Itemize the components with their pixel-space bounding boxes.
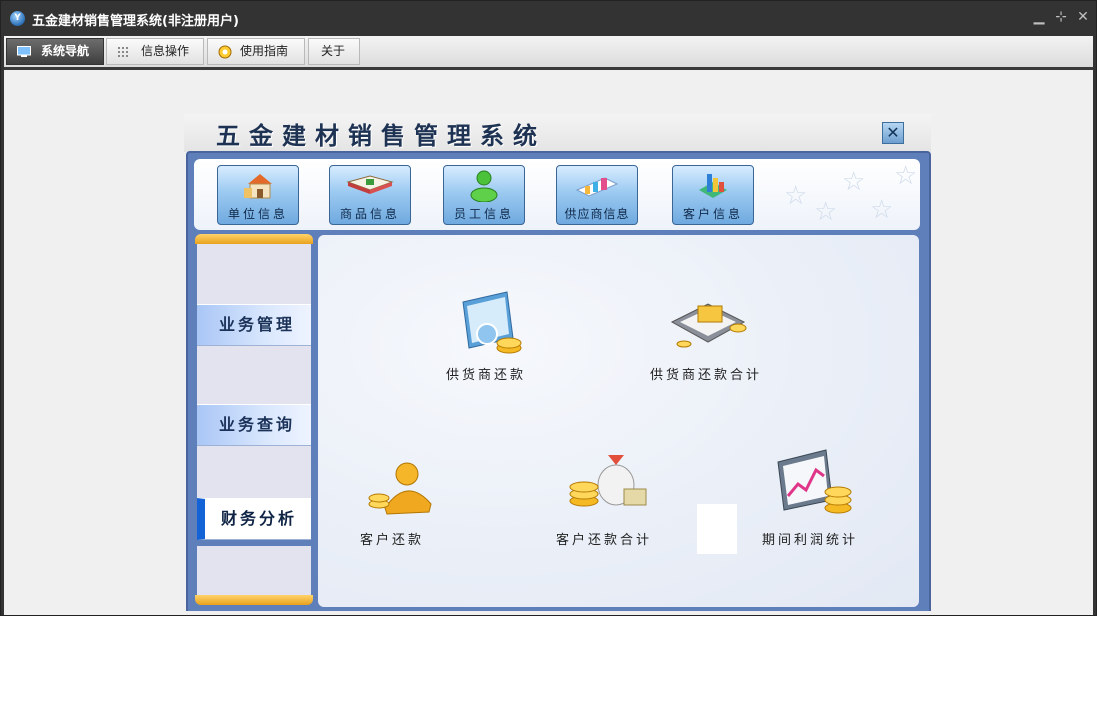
sidebar: 业务管理 业务查询 财务分析 [195, 234, 313, 605]
tool-label: 供应商信息 [564, 207, 630, 221]
title-bar[interactable]: Y 五金建材销售管理系统(非注册用户) ▁ ⊹ ✕ [1, 1, 1096, 35]
sidebar-slot [197, 546, 311, 596]
product-info-button[interactable]: 商品信息 [329, 165, 411, 225]
tab-user-guide[interactable]: 使用指南 [207, 38, 305, 65]
blank-placeholder [697, 504, 737, 554]
building-icon [244, 174, 272, 199]
customer-payment-total-module[interactable] [566, 449, 650, 515]
profit-chart-icon [777, 449, 852, 514]
person-icon [470, 170, 498, 202]
module-label[interactable]: 期间利润统计 [762, 529, 858, 548]
sidebar-slot [197, 244, 311, 304]
tool-label: 商品信息 [339, 207, 400, 221]
window-title: 五金建材销售管理系统(非注册用户) [32, 14, 239, 29]
help-icon [218, 45, 232, 59]
customer-icon [699, 174, 727, 198]
supplier-payment-total-module[interactable] [668, 292, 754, 358]
sidebar-bottom-cap [195, 595, 313, 605]
tab-about[interactable]: 关于 [308, 38, 360, 65]
module-label[interactable]: 客户还款 [360, 529, 424, 548]
module-content-area [318, 235, 919, 607]
customer-payment-module[interactable] [363, 460, 433, 516]
app-logo-icon: Y [10, 11, 25, 26]
customer-info-button[interactable]: 客户信息 [672, 165, 754, 225]
employee-info-button[interactable]: 员工信息 [443, 165, 525, 225]
star-decoration: ☆ [784, 181, 808, 211]
tool-label: 员工信息 [453, 207, 514, 221]
star-decoration: ☆ [870, 195, 894, 225]
menu-bar: 系统导航 信息操作 使用指南 关于 [4, 36, 1093, 70]
sidebar-slot [197, 446, 311, 498]
supplier-payment-total-icon [670, 303, 747, 348]
sidebar-item-business-query[interactable]: 业务查询 [197, 404, 311, 446]
module-label[interactable]: 供货商还款 [446, 364, 526, 383]
supplier-info-button[interactable]: 供应商信息 [556, 165, 638, 225]
tab-label: 使用指南 [240, 44, 289, 58]
supplier-payment-module[interactable] [455, 288, 527, 358]
tab-label: 系统导航 [41, 44, 90, 58]
supplier-payment-icon [462, 291, 522, 354]
star-decoration: ☆ [842, 167, 866, 197]
book-icon [346, 175, 394, 194]
star-decoration: ☆ [814, 197, 838, 227]
tool-label: 客户信息 [682, 207, 743, 221]
tab-info-ops[interactable]: 信息操作 [106, 38, 204, 65]
page-title: 五金建材销售管理系统 [216, 121, 546, 150]
customer-payment-total-icon [569, 455, 647, 507]
module-label[interactable]: 客户还款合计 [556, 529, 652, 548]
sidebar-item-business-management[interactable]: 业务管理 [197, 304, 311, 346]
restore-button[interactable]: ⊹ [1053, 9, 1069, 25]
monitor-icon [17, 46, 31, 57]
unit-info-button[interactable]: 单位信息 [217, 165, 299, 225]
period-profit-module[interactable] [776, 448, 856, 516]
tab-label: 信息操作 [141, 44, 190, 58]
sidebar-slot [197, 346, 311, 404]
close-button[interactable]: ✕ [1075, 9, 1091, 25]
panel-close-button[interactable]: ✕ [882, 122, 904, 144]
tool-label: 单位信息 [227, 207, 288, 221]
module-label[interactable]: 供货商还款合计 [650, 364, 762, 383]
sidebar-top-cap [195, 234, 313, 244]
supplier-icon [575, 177, 619, 197]
grid-icon [118, 47, 128, 57]
sidebar-item-financial-analysis[interactable]: 财务分析 [197, 498, 311, 540]
tab-system-nav[interactable]: 系统导航 [6, 38, 104, 65]
customer-payment-icon [368, 462, 432, 515]
minimize-button[interactable]: ▁ [1031, 9, 1047, 25]
star-decoration: ☆ [894, 161, 918, 191]
tab-label: 关于 [321, 44, 346, 58]
